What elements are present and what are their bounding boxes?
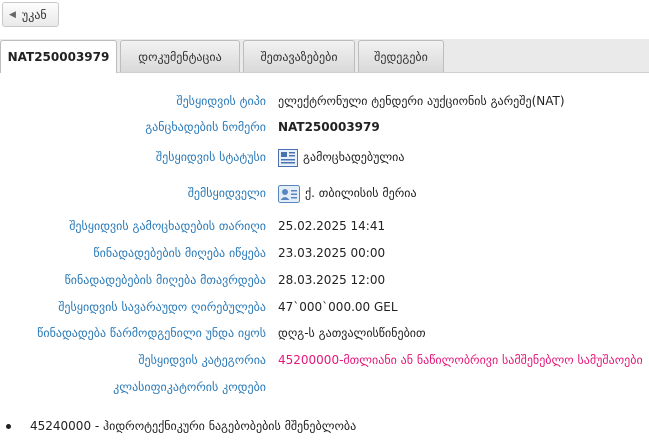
tab-results[interactable]: შედეგები [358,40,444,72]
field-bids-start: წინადადებების მიღება იწყება 23.03.2025 0… [0,243,649,263]
id-card-icon [278,184,300,203]
tab-label: შეთავაზებები [260,49,338,64]
field-label: შესყიდვის ტიპი [176,94,266,108]
field-value: 25.02.2025 14:41 [278,219,386,233]
field-label: შემსყიდველი [187,186,266,200]
field-value: 23.03.2025 00:00 [278,246,386,260]
field-label: შესყიდვის გამოცხადების თარიღი [69,219,266,233]
list-item: 45240000 - ჰიდროტექნიკური ნაგებობების მშ… [0,416,649,436]
field-classifier-codes: კლასიფიკატორის კოდები [0,377,649,397]
category-link[interactable]: 45200000-მთლიანი ან ნაწილობრივი სამშენებ… [278,350,643,370]
field-label: შესყიდვის კატეგორია [138,353,266,367]
field-label: განცხადების ნომერი [145,120,266,134]
field-estimated-value: შესყიდვის სავარაუდო ღირებულება 47`000`00… [0,297,649,317]
field-label: წინადადება წარმოდგენილი უნდა იყოს [37,326,266,340]
field-label: კლასიფიკატორის კოდები [113,380,266,394]
back-button[interactable]: ◀ უკან [2,2,59,27]
field-procurement-type: შესყიდვის ტიპი ელექტრონული ტენდერი აუქცი… [0,91,649,111]
classifier-code: 45240000 - ჰიდროტექნიკური ნაგებობების მშ… [30,419,357,433]
field-value: 28.03.2025 12:00 [278,273,386,287]
field-announcement-number: განცხადების ნომერი NAT250003979 [0,117,649,137]
tab-offers[interactable]: შეთავაზებები [243,40,355,72]
field-announce-date: შესყიდვის გამოცხადების თარიღი 25.02.2025… [0,216,649,236]
field-value-wrap: ქ. თბილისის მერია [278,183,417,203]
field-value: დღგ-ს გათვალისწინებით [278,326,426,340]
tab-label: შედეგები [374,49,428,64]
field-label: შესყიდვის სავარაუდო ღირებულება [58,300,266,314]
tab-documentation[interactable]: დოკუმენტაცია [120,40,240,72]
field-status: შესყიდვის სტატუსი გამოცხადებულია [0,147,649,167]
field-value: 47`000`000.00 GEL [278,300,398,314]
tab-label: დოკუმენტაცია [138,49,222,64]
field-value: NAT250003979 [278,120,380,134]
field-label: შესყიდვის სტატუსი [155,150,266,164]
field-bid-presentation: წინადადება წარმოდგენილი უნდა იყოს დღგ-ს … [0,323,649,343]
tab-bar: NAT250003979 დოკუმენტაცია შეთავაზებები შ… [0,39,649,73]
newspaper-icon [278,148,298,167]
back-button-label: უკან [21,7,47,22]
field-buyer: შემსყიდველი ქ. თბილისის მერია [0,183,649,203]
buyer-text: ქ. თბილისის მერია [305,186,417,200]
triangle-left-icon: ◀ [9,9,16,20]
field-label: წინადადებების მიღება მთავრდება [64,273,266,287]
field-label: წინადადებების მიღება იწყება [93,246,266,260]
tab-label: NAT250003979 [7,50,110,64]
field-value: ელექტრონული ტენდერი აუქციონის გარეშე(NAT… [278,94,565,108]
bullet-icon [6,424,11,429]
field-category: შესყიდვის კატეგორია 45200000-მთლიანი ან … [0,350,649,370]
field-bids-end: წინადადებების მიღება მთავრდება 28.03.202… [0,270,649,290]
tab-announcement[interactable]: NAT250003979 [0,40,117,73]
field-value-wrap: გამოცხადებულია [278,147,404,167]
status-text: გამოცხადებულია [303,150,405,164]
